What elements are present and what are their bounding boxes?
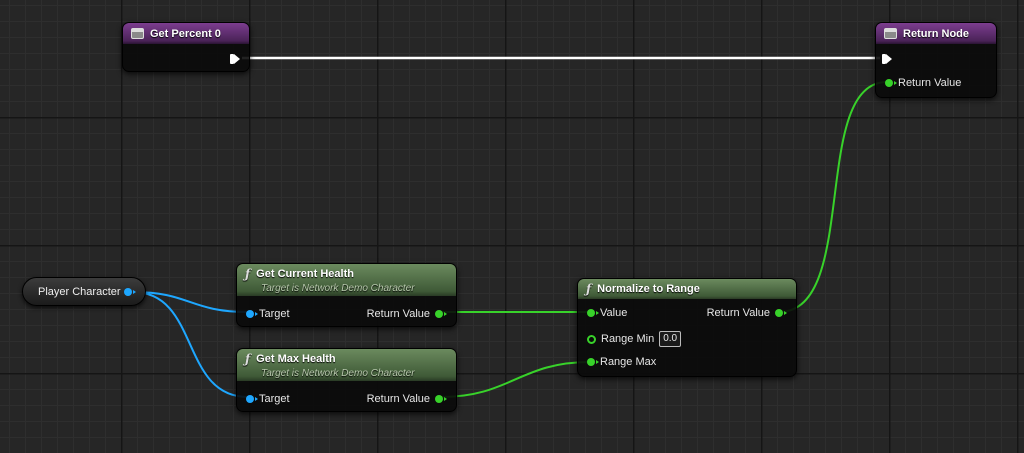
- function-icon: ƒ: [586, 282, 592, 296]
- return-value-out-pin[interactable]: Return Value: [366, 393, 447, 405]
- float-pin-icon: [885, 79, 897, 87]
- return-value-in-pin[interactable]: Return Value: [885, 77, 961, 89]
- float-pin-icon: [435, 395, 447, 403]
- return-node-title: Return Node: [903, 27, 969, 40]
- range-min-input[interactable]: 0.0: [659, 331, 682, 347]
- exec-in-pin[interactable]: [882, 54, 892, 64]
- get-max-health-header: ƒ Get Max Health Target is Network Demo …: [237, 349, 456, 381]
- float-pin-icon: [587, 358, 599, 366]
- range-max-in-pin[interactable]: Range Max: [587, 356, 656, 368]
- exec-pin-icon: [230, 54, 240, 64]
- get-current-health-header: ƒ Get Current Health Target is Network D…: [237, 264, 456, 296]
- function-entry-title: Get Percent 0: [150, 27, 221, 40]
- target-in-pin[interactable]: Target: [246, 393, 290, 405]
- return-node-header: Return Node: [876, 23, 996, 44]
- return-value-out-pin[interactable]: Return Value: [366, 308, 447, 320]
- function-icon: ƒ: [245, 266, 251, 281]
- function-entry-icon: [131, 28, 144, 39]
- player-character-label: Player Character: [38, 285, 121, 298]
- wire-normalize-to-return: [778, 81, 888, 313]
- return-value-label: Return Value: [366, 308, 430, 320]
- normalize-to-range-title: Normalize to Range: [597, 283, 700, 295]
- object-pin-icon[interactable]: [124, 288, 136, 296]
- return-node[interactable]: Return Node Return Value: [875, 22, 997, 98]
- wire-player-to-max-health: [132, 291, 249, 398]
- object-pin-icon: [246, 310, 258, 318]
- wire-player-to-current-health: [132, 291, 249, 313]
- get-max-health-title: Get Max Health: [256, 352, 336, 365]
- function-entry-node[interactable]: Get Percent 0: [122, 22, 250, 72]
- range-min-label: Range Min: [601, 333, 655, 345]
- float-pin-icon: [435, 310, 447, 318]
- return-value-label: Return Value: [366, 393, 430, 405]
- target-in-pin[interactable]: Target: [246, 308, 290, 320]
- range-min-in-pin[interactable]: Range Min 0.0: [587, 331, 682, 347]
- object-pin-icon: [246, 395, 258, 403]
- float-pin-icon: [775, 309, 787, 317]
- function-return-icon: [884, 28, 897, 39]
- wire-max-health-to-range-max: [440, 361, 591, 398]
- get-current-health-title: Get Current Health: [256, 267, 354, 280]
- target-label: Target: [259, 393, 290, 405]
- range-max-label: Range Max: [600, 356, 657, 368]
- function-entry-header: Get Percent 0: [123, 23, 249, 44]
- get-current-health-node[interactable]: ƒ Get Current Health Target is Network D…: [236, 263, 457, 327]
- return-value-label: Return Value: [898, 77, 962, 89]
- value-label: Value: [600, 307, 628, 319]
- normalize-to-range-header: ƒ Normalize to Range: [578, 279, 796, 299]
- value-in-pin[interactable]: Value: [587, 307, 627, 319]
- float-pin-icon: [587, 309, 599, 317]
- get-max-health-subtitle: Target is Network Demo Character: [261, 367, 415, 379]
- player-character-variable[interactable]: Player Character: [22, 277, 146, 306]
- float-pin-unconnected-icon: [587, 334, 596, 344]
- return-value-label: Return Value: [706, 307, 770, 319]
- target-label: Target: [259, 308, 290, 320]
- exec-out-pin[interactable]: [230, 54, 240, 64]
- get-max-health-node[interactable]: ƒ Get Max Health Target is Network Demo …: [236, 348, 457, 412]
- exec-pin-icon: [882, 54, 892, 64]
- function-icon: ƒ: [245, 351, 251, 366]
- return-value-out-pin[interactable]: Return Value: [706, 307, 787, 319]
- get-current-health-subtitle: Target is Network Demo Character: [261, 282, 415, 294]
- normalize-to-range-node[interactable]: ƒ Normalize to Range Value Return Value …: [577, 278, 797, 377]
